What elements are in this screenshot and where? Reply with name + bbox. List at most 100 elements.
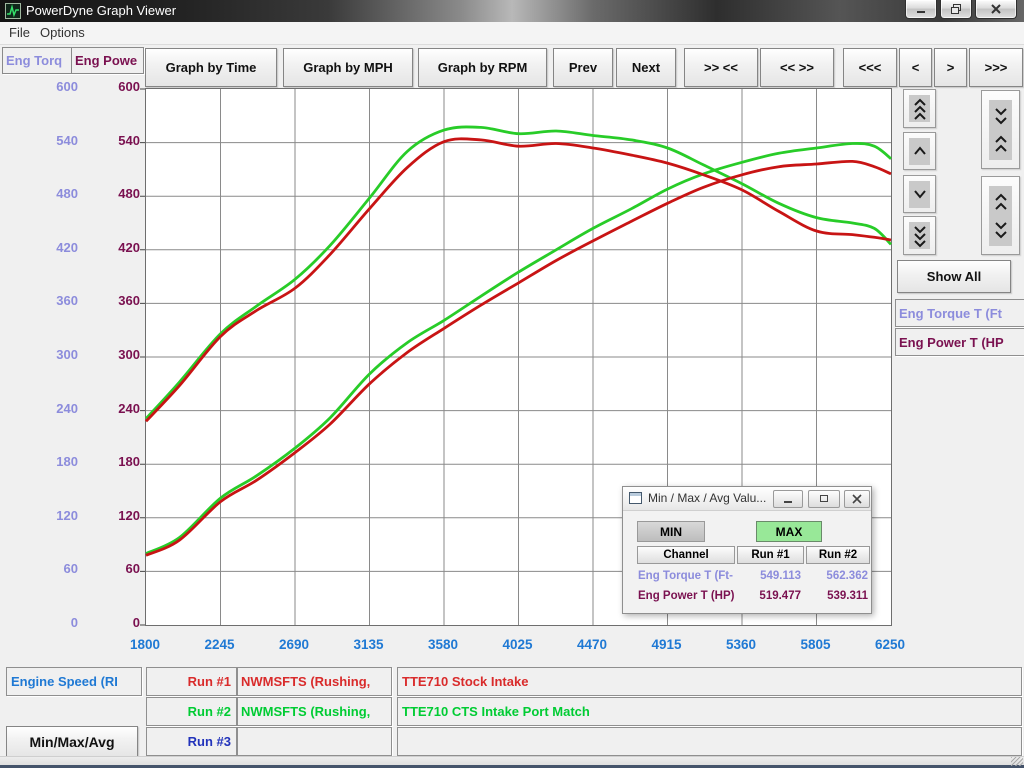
torque-row-channel: Eng Torque T (Ft-	[638, 570, 738, 582]
minmax-window: Min / Max / Avg Valu... MIN MAX Channel …	[622, 486, 872, 614]
graph-by-rpm-button[interactable]: Graph by RPM	[418, 48, 547, 87]
title-bar: PowerDyne Graph Viewer	[0, 0, 1024, 22]
run3-name-field[interactable]	[237, 727, 392, 756]
window-title: PowerDyne Graph Viewer	[26, 3, 176, 18]
y-tick-label: 180	[78, 454, 140, 469]
scroll-down-page-button[interactable]	[903, 216, 936, 255]
minmax-close-button[interactable]	[844, 490, 870, 508]
scroll-left-button[interactable]: <	[899, 48, 932, 87]
show-all-button[interactable]: Show All	[897, 260, 1011, 293]
minmax-window-icon	[629, 492, 643, 505]
minmax-minimize-button[interactable]	[773, 490, 803, 508]
x-tick-label: 1800	[110, 637, 180, 652]
y-tick-label: 60	[78, 561, 140, 576]
run1-desc-field[interactable]: TTE710 Stock Intake	[397, 667, 1022, 696]
restore-icon	[949, 3, 963, 15]
y-tick-label: 0	[16, 615, 78, 630]
y-tick-label: 120	[16, 508, 78, 523]
menu-bar: File Options	[0, 22, 1024, 45]
close-icon	[992, 5, 1000, 13]
minimize-button[interactable]	[905, 0, 937, 19]
run2-name-field[interactable]: NWMSFTS (Rushing,	[237, 697, 392, 726]
run1-column-header[interactable]: Run #1	[737, 546, 804, 564]
app-icon	[5, 3, 21, 19]
scroll-right-fast-button[interactable]: >>>	[969, 48, 1023, 87]
run3-desc-field[interactable]	[397, 727, 1022, 756]
chevrons-converge-icon	[991, 104, 1011, 156]
resize-grip[interactable]	[1011, 757, 1023, 766]
close-button[interactable]	[975, 0, 1017, 19]
chevron-up-icon	[910, 138, 930, 164]
scroll-down-button[interactable]	[903, 175, 936, 213]
scroll-up-page-button[interactable]	[903, 89, 936, 128]
maximize-button[interactable]	[940, 0, 972, 19]
graph-by-mph-button[interactable]: Graph by MPH	[283, 48, 413, 87]
y-tick-label: 240	[16, 401, 78, 416]
power-channel-label[interactable]: Eng Power T (HP	[895, 328, 1024, 356]
scroll-right-button[interactable]: >	[934, 48, 967, 87]
channel-tab-torque[interactable]: Eng Torq	[2, 47, 73, 74]
x-tick-label: 5805	[781, 637, 851, 652]
zoom-in-x-button[interactable]: >> <<	[684, 48, 758, 87]
run3-label-box: Run #3	[146, 727, 237, 756]
prev-button[interactable]: Prev	[553, 48, 613, 87]
run2-desc-field[interactable]: TTE710 CTS Intake Port Match	[397, 697, 1022, 726]
y-tick-label: 360	[16, 293, 78, 308]
torque-channel-label[interactable]: Eng Torque T (Ft	[895, 299, 1024, 327]
triple-chevron-up-icon	[910, 96, 930, 122]
y-tick-label: 540	[78, 133, 140, 148]
y-axis-ticks	[140, 89, 145, 625]
y-tick-label: 300	[78, 347, 140, 362]
x-tick-label: 6250	[855, 637, 925, 652]
channel-tab-power[interactable]: Eng Powe	[71, 47, 144, 74]
collapse-vertical-button[interactable]	[981, 90, 1020, 169]
y-tick-label: 120	[78, 508, 140, 523]
y-tick-label: 0	[78, 615, 140, 630]
y-tick-label: 600	[16, 79, 78, 94]
x-tick-label: 3580	[408, 637, 478, 652]
channel-tab-power-label: Eng Powe	[75, 53, 137, 68]
max-button[interactable]: MAX	[756, 521, 822, 542]
x-tick-label: 5360	[706, 637, 776, 652]
x-axis-channel-button[interactable]: Engine Speed (RI	[6, 667, 142, 696]
y-tick-label: 60	[16, 561, 78, 576]
minmax-window-title: Min / Max / Avg Valu...	[648, 491, 766, 505]
zoom-out-x-button[interactable]: << >>	[760, 48, 834, 87]
y-tick-label: 360	[78, 293, 140, 308]
graph-by-time-button[interactable]: Graph by Time	[145, 48, 277, 87]
x-tick-label: 4470	[557, 637, 627, 652]
close-icon	[853, 495, 861, 503]
minmaxavg-button[interactable]: Min/Max/Avg	[6, 726, 138, 758]
minmax-restore-button[interactable]	[808, 490, 840, 508]
minmax-titlebar[interactable]: Min / Max / Avg Valu...	[623, 487, 871, 511]
y-tick-label: 420	[78, 240, 140, 255]
x-tick-label: 2690	[259, 637, 329, 652]
power-row-run1-value: 519.477	[733, 590, 801, 602]
channel-tab-torque-label: Eng Torq	[6, 53, 62, 68]
scroll-up-button[interactable]	[903, 132, 936, 170]
menu-options[interactable]: Options	[40, 25, 85, 40]
window-bottom-frame	[0, 756, 1024, 768]
app-window: PowerDyne Graph Viewer File Options Eng …	[0, 0, 1024, 768]
run2-column-header[interactable]: Run #2	[806, 546, 870, 564]
channel-column-header[interactable]: Channel	[637, 546, 735, 564]
scroll-left-fast-button[interactable]: <<<	[843, 48, 897, 87]
next-button[interactable]: Next	[616, 48, 676, 87]
menu-file[interactable]: File	[9, 25, 30, 40]
triple-chevron-down-icon	[910, 223, 930, 249]
torque-row-run1-value: 549.113	[733, 570, 801, 582]
torque-row-run2-value: 562.362	[801, 570, 868, 582]
y-tick-label: 480	[78, 186, 140, 201]
power-row-run2-value: 539.311	[801, 590, 868, 602]
expand-vertical-button[interactable]	[981, 176, 1020, 255]
power-row-channel: Eng Power T (HP)	[638, 590, 738, 602]
y-tick-label: 480	[16, 186, 78, 201]
restore-icon	[821, 496, 828, 502]
y-tick-label: 600	[78, 79, 140, 94]
x-tick-label: 3135	[334, 637, 404, 652]
run1-name-field[interactable]: NWMSFTS (Rushing,	[237, 667, 392, 696]
x-tick-label: 4025	[483, 637, 553, 652]
x-tick-label: 2245	[185, 637, 255, 652]
y-tick-label: 180	[16, 454, 78, 469]
min-button[interactable]: MIN	[637, 521, 705, 542]
